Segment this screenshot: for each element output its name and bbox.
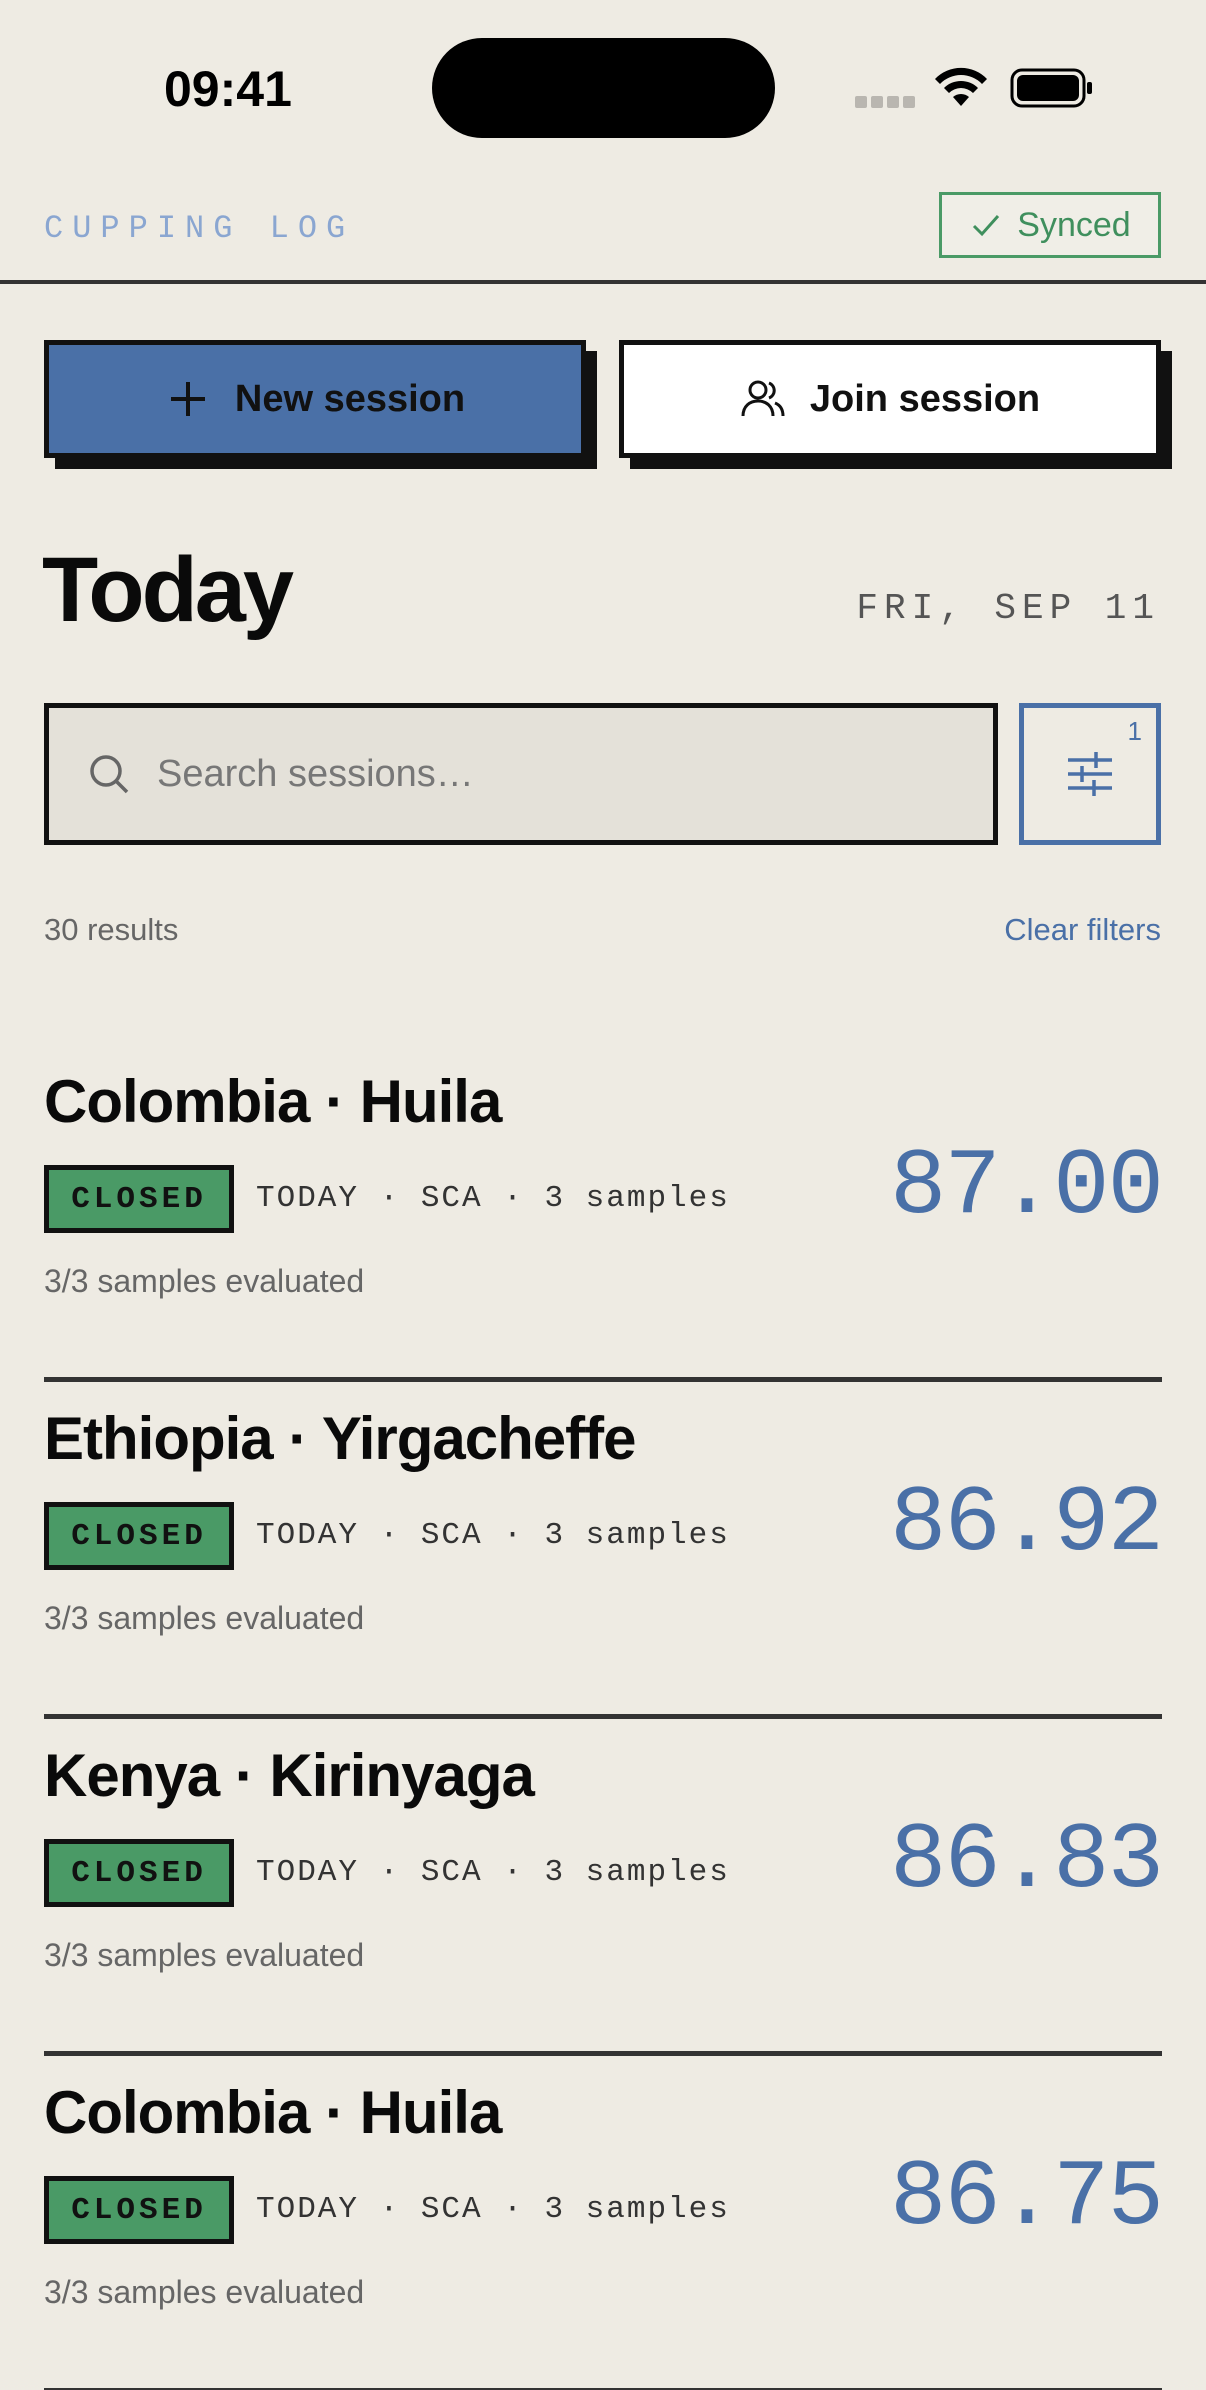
- status-badge: CLOSED: [44, 1502, 234, 1570]
- search-input[interactable]: [157, 752, 993, 796]
- filter-button[interactable]: 1: [1019, 703, 1161, 845]
- sync-label: Synced: [1017, 205, 1131, 244]
- dynamic-island: [432, 38, 775, 138]
- session-progress: 3/3 samples evaluated: [44, 1600, 365, 1636]
- session-name: Kenya · Kirinyaga: [44, 1742, 535, 1809]
- search-field[interactable]: [44, 703, 998, 845]
- page-title: Today: [42, 539, 294, 641]
- clear-filters-link[interactable]: Clear filters: [1004, 912, 1161, 948]
- session-score: 87.00: [889, 1135, 1164, 1241]
- status-bar: 09:41: [0, 0, 1206, 170]
- session-list: Colombia · Huila CLOSED TODAY · SCA · 3 …: [44, 1045, 1164, 2390]
- results-count: 30 results: [44, 912, 179, 947]
- users-icon: [741, 380, 785, 417]
- session-row[interactable]: Kenya · Kirinyaga CLOSED TODAY · SCA · 3…: [44, 1719, 1164, 2056]
- filter-count-badge: 1: [1127, 716, 1142, 746]
- session-meta: TODAY · SCA · 3 samples: [256, 2192, 730, 2227]
- app-title: CUPPING LOG: [44, 210, 355, 247]
- new-session-label: New session: [234, 377, 466, 420]
- session-name: Colombia · Huila: [44, 1068, 502, 1135]
- session-score: 86.92: [889, 1472, 1164, 1578]
- sliders-icon: [1068, 752, 1112, 796]
- page-date: FRI, SEP 11: [856, 588, 1160, 629]
- session-progress: 3/3 samples evaluated: [44, 1263, 365, 1299]
- app-header: CUPPING LOG Synced: [0, 170, 1206, 284]
- status-badge: CLOSED: [44, 2176, 234, 2244]
- join-session-button[interactable]: Join session: [619, 340, 1161, 458]
- session-progress: 3/3 samples evaluated: [44, 2274, 365, 2310]
- plus-icon: [170, 382, 205, 416]
- join-session-label: Join session: [809, 377, 1041, 420]
- session-name: Ethiopia · Yirgacheffe: [44, 1405, 636, 1472]
- sync-status-badge: Synced: [939, 192, 1161, 258]
- status-time: 09:41: [164, 61, 292, 117]
- new-session-button[interactable]: New session: [44, 340, 586, 458]
- session-score: 86.75: [889, 2146, 1164, 2252]
- status-badge: CLOSED: [44, 1839, 234, 1907]
- session-meta: TODAY · SCA · 3 samples: [256, 1181, 730, 1216]
- session-meta: TODAY · SCA · 3 samples: [256, 1855, 730, 1890]
- session-row[interactable]: Colombia · Huila CLOSED TODAY · SCA · 3 …: [44, 2056, 1164, 2390]
- screen: 09:41 CUPPING LOG Synced New session Joi…: [0, 0, 1206, 2390]
- session-row[interactable]: Ethiopia · Yirgacheffe CLOSED TODAY · SC…: [44, 1382, 1164, 1719]
- check-icon: [973, 215, 1000, 237]
- session-score: 86.83: [889, 1809, 1164, 1915]
- status-badge: CLOSED: [44, 1165, 234, 1233]
- search-icon: [90, 755, 129, 794]
- cellular-signal-icon: [855, 96, 917, 108]
- session-name: Colombia · Huila: [44, 2079, 502, 2146]
- battery-icon: [1010, 68, 1092, 108]
- session-progress: 3/3 samples evaluated: [44, 1937, 365, 1973]
- session-row[interactable]: Colombia · Huila CLOSED TODAY · SCA · 3 …: [44, 1045, 1164, 1382]
- session-meta: TODAY · SCA · 3 samples: [256, 1518, 730, 1553]
- wifi-icon: [935, 67, 987, 106]
